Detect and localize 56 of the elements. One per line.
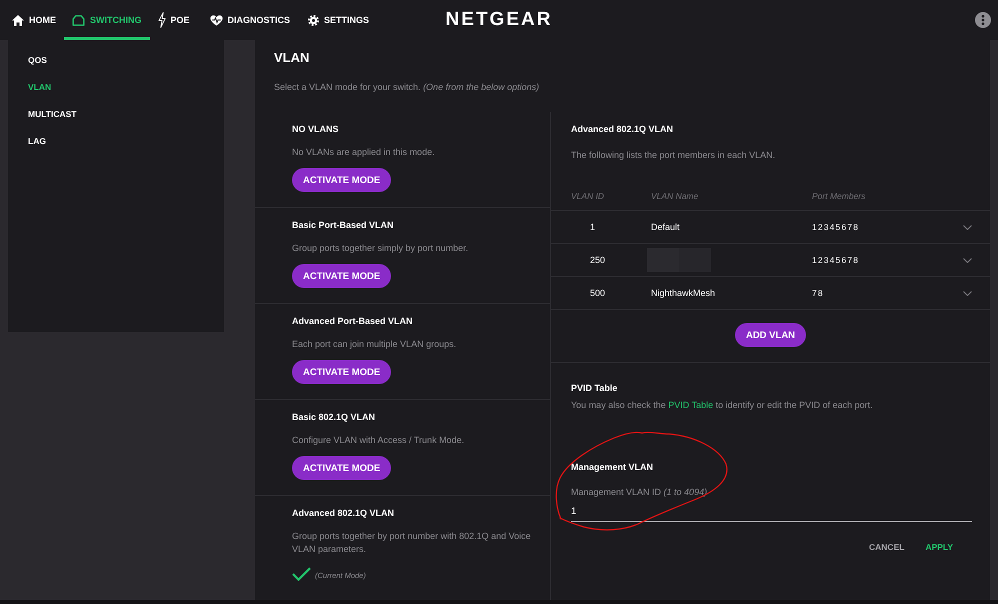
table-cell: 7 8 [812, 287, 823, 299]
table-cell: NighthawkMesh [651, 287, 716, 299]
activate-mode-button[interactable]: ACTIVATE MODE [292, 168, 392, 192]
activate-mode-button[interactable]: ACTIVATE MODE [292, 360, 392, 384]
table-cell: 1 [590, 221, 596, 233]
mode-description: No VLANs are applied in this mode. [292, 146, 435, 159]
pvid-table-link[interactable]: PVID Table [668, 400, 714, 410]
table-cell: 250 [590, 254, 606, 266]
column-header: VLAN Name [651, 190, 698, 202]
mode-description: Group ports together by port number with 802.1Q and Voice VLAN parameters. [292, 530, 532, 556]
chevron-down-icon[interactable] [962, 290, 972, 296]
nav-tab[interactable]: DIAGNOSTICS [200, 0, 300, 40]
more-options-icon[interactable] [975, 12, 991, 28]
section-title: PVID Table [571, 382, 618, 395]
page-intro: Select a VLAN mode for your switch. (One from the below options) [274, 81, 540, 93]
page-title: VLAN [274, 50, 310, 65]
table-cell: Default [651, 221, 680, 233]
sidebar-item[interactable]: VLAN [28, 73, 52, 100]
mode-title: Basic Port-Based VLAN [292, 219, 394, 232]
mode-title: NO VLANS [292, 123, 339, 136]
activate-mode-button[interactable]: ACTIVATE MODE [292, 264, 392, 288]
brand-logo: NETGEAR [446, 9, 552, 31]
mode-description: Group ports together simply by port number. [292, 242, 468, 255]
home-icon [12, 14, 24, 26]
sidebar-item[interactable]: MULTICAST [28, 100, 76, 127]
house-outline-icon [72, 14, 85, 26]
sidebar-item[interactable]: QOS [28, 46, 47, 73]
nav-tab[interactable]: SETTINGS [300, 0, 378, 40]
cancel-button[interactable]: CANCEL [859, 537, 914, 557]
nav-tab[interactable]: HOME [4, 0, 64, 40]
column-header: Port Members [812, 190, 866, 202]
table-cell: 1 2 3 4 5 6 7 8 [812, 254, 858, 266]
section-description: The following lists the port members in each VLAN. [571, 149, 776, 162]
sidebar-item[interactable]: LAG [28, 127, 46, 154]
lightning-icon [158, 12, 166, 28]
nav-tab[interactable]: POE [150, 0, 200, 40]
mode-title: Advanced 802.1Q VLAN [292, 507, 394, 520]
section-title: Management VLAN [571, 461, 654, 474]
mode-title: Basic 802.1Q VLAN [292, 411, 376, 424]
apply-button[interactable]: APPLY [915, 537, 963, 557]
add-vlan-button[interactable]: ADD VLAN [734, 323, 806, 347]
mode-description: Configure VLAN with Access / Trunk Mode. [292, 434, 464, 447]
mode-description: Each port can join multiple VLAN groups. [292, 338, 456, 351]
heart-pulse-icon [210, 14, 223, 26]
column-header: VLAN ID [571, 190, 604, 202]
chevron-down-icon[interactable] [962, 258, 972, 262]
mode-title: Advanced Port-Based VLAN [292, 315, 413, 328]
management-vlan-id-field[interactable]: 1 [571, 502, 972, 522]
table-cell: 1 2 3 4 5 6 7 8 [812, 221, 858, 233]
settings-icon [308, 14, 320, 26]
chevron-down-icon[interactable] [962, 224, 972, 230]
section-title: Advanced 802.1Q VLAN [571, 123, 674, 136]
table-cell: 500 [590, 287, 606, 299]
pvid-description: You may also check the PVID Table to identify or edit the PVID of each port. [571, 399, 873, 412]
activate-mode-button[interactable]: ACTIVATE MODE [292, 456, 392, 480]
field-label: Management VLAN ID (1 to 4094) [571, 486, 708, 499]
